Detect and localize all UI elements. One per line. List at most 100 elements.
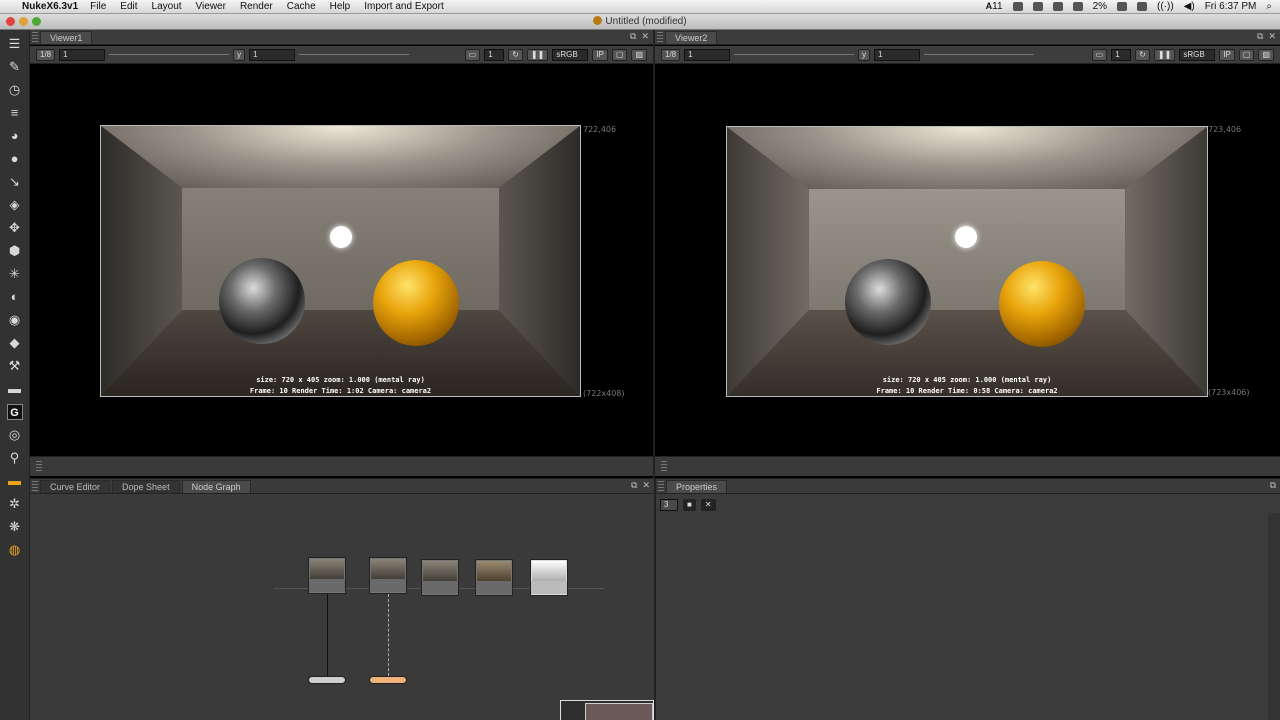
read-node[interactable] [530,559,568,596]
close-window-button[interactable] [6,17,15,26]
tab-viewer2[interactable]: Viewer2 [665,31,718,44]
refresh-icon[interactable]: ↻ [508,48,523,61]
overlay-icon[interactable]: ▢ [611,48,628,61]
menu-render[interactable]: Render [240,1,273,12]
properties-scrollbar[interactable] [1268,513,1280,720]
y-slider[interactable] [299,54,410,55]
channel-count-dropdown[interactable]: 1 [484,48,505,61]
ocula-icon[interactable]: ◍ [7,542,23,558]
menu-edit[interactable]: Edit [120,1,137,12]
y-slider[interactable] [924,54,1035,55]
read-node[interactable] [475,559,513,596]
frame-slider[interactable] [109,54,230,55]
lock-icon[interactable]: ■ [683,499,696,511]
frame-input[interactable]: 1 [684,48,731,61]
channel-nodes-icon[interactable]: ≡ [7,105,23,121]
float-pane-icon[interactable]: ⧉ [630,31,636,42]
frame-input[interactable]: 1 [59,48,106,61]
roi-icon[interactable]: ▭ [464,48,481,61]
wifi-icon[interactable]: ((·)) [1157,1,1174,12]
y-button[interactable]: y [858,48,871,61]
float-pane-icon[interactable]: ⧉ [631,480,637,491]
battery-text[interactable]: 2% [1093,1,1107,12]
read-node[interactable] [421,559,459,596]
ip-button[interactable]: IP [592,48,608,61]
color-nodes-icon[interactable]: ◕ [7,128,23,144]
menu-help[interactable]: Help [330,1,351,12]
status-icon[interactable] [1072,2,1083,11]
frame-range-field[interactable]: 1/8 [661,48,681,61]
deep-nodes-icon[interactable]: ◐ [7,289,23,305]
status-icon[interactable] [1052,2,1063,11]
menu-layout[interactable]: Layout [152,1,182,12]
particles-nodes-icon[interactable]: ✳ [7,266,23,282]
pause-icon[interactable]: ❚❚ [526,48,549,61]
viewer2-render-image[interactable]: size: 720 x 405 zoom: 1.000 (mental ray)… [726,126,1208,397]
tab-node-graph[interactable]: Node Graph [181,480,251,493]
colorspace-dropdown[interactable]: sRGB [552,48,589,61]
ofx-nodes-icon[interactable]: ▬ [7,473,23,489]
app-name-menu[interactable]: NukeX6.3v1 [22,1,78,12]
pane-grip-icon[interactable] [36,461,42,472]
roi-icon[interactable]: ▭ [1091,48,1108,61]
volume-icon[interactable]: ◀) [1184,1,1195,12]
menu-import-export[interactable]: Import and Export [364,1,443,12]
node-graph-canvas[interactable] [30,495,654,720]
other-nodes-icon[interactable]: ▬ [7,381,23,397]
max-panels-input[interactable]: 3 [660,499,678,511]
particles-icon[interactable]: ❋ [7,519,23,535]
keyer-nodes-icon[interactable]: ↘ [7,174,23,190]
zoom-window-button[interactable] [32,17,41,26]
tab-properties[interactable]: Properties [666,480,728,493]
status-icon[interactable] [1012,2,1023,11]
pane-grip-icon[interactable] [661,461,667,472]
close-pane-icon[interactable]: ✕ [641,31,649,42]
pane-grip-icon[interactable] [657,32,663,43]
frame-range-field[interactable]: 1/8 [36,48,56,61]
frame-slider[interactable] [734,54,855,55]
transform-nodes-icon[interactable]: ✥ [7,220,23,236]
minimize-window-button[interactable] [19,17,28,26]
image-nodes-icon[interactable]: ☰ [7,36,23,52]
checker-icon[interactable]: ▨ [631,48,647,61]
y-button[interactable]: y [233,48,246,61]
pane-grip-icon[interactable] [32,32,38,43]
merge-nodes-icon[interactable]: ◈ [7,197,23,213]
pause-icon[interactable]: ❚❚ [1153,48,1176,61]
viewer-node-selected[interactable] [369,676,407,684]
time-machine-icon[interactable] [1137,2,1148,11]
bluetooth-icon[interactable] [1117,2,1128,11]
spotlight-search-icon[interactable]: ⌕ [1266,1,1272,12]
tab-curve-editor[interactable]: Curve Editor [40,480,111,493]
clock[interactable]: Fri 6:37 PM [1205,1,1257,12]
node-graph-minimap[interactable] [560,700,654,720]
close-pane-icon[interactable]: ✕ [642,480,650,491]
refresh-icon[interactable]: ↻ [1135,48,1150,61]
viewer1-render-image[interactable]: size: 720 x 405 zoom: 1.000 (mental ray)… [100,125,581,397]
overlay-icon[interactable]: ▢ [1238,48,1255,61]
y-input[interactable]: 1 [249,48,296,61]
3d-camera-tracker-icon[interactable]: ✲ [7,496,23,512]
gizmos-icon[interactable]: G [6,404,23,420]
tab-dope-sheet[interactable]: Dope Sheet [112,480,180,493]
float-pane-icon[interactable]: ⧉ [1257,31,1263,42]
adobe-updater-icon[interactable]: A11 [986,1,1003,12]
menu-cache[interactable]: Cache [287,1,316,12]
status-icon[interactable] [1032,2,1043,11]
read-node[interactable] [369,557,407,594]
viewer-node[interactable] [308,676,346,684]
furnace-nodes-icon[interactable]: ◎ [7,427,23,443]
toolsets-icon[interactable]: ⚒ [7,358,23,374]
y-input[interactable]: 1 [874,48,921,61]
views-nodes-icon[interactable]: ◉ [7,312,23,328]
filter-nodes-icon[interactable]: ● [7,151,23,167]
clear-panels-icon[interactable]: ✕ [700,499,716,511]
colorspace-dropdown[interactable]: sRGB [1179,48,1216,61]
close-pane-icon[interactable]: ✕ [1268,31,1276,42]
plugins-icon[interactable]: ⚲ [7,450,23,466]
menu-viewer[interactable]: Viewer [196,1,226,12]
read-node[interactable] [308,557,346,594]
3d-nodes-icon[interactable]: ⬢ [7,243,23,259]
draw-nodes-icon[interactable]: ✎ [7,59,23,75]
tab-viewer1[interactable]: Viewer1 [40,31,93,44]
